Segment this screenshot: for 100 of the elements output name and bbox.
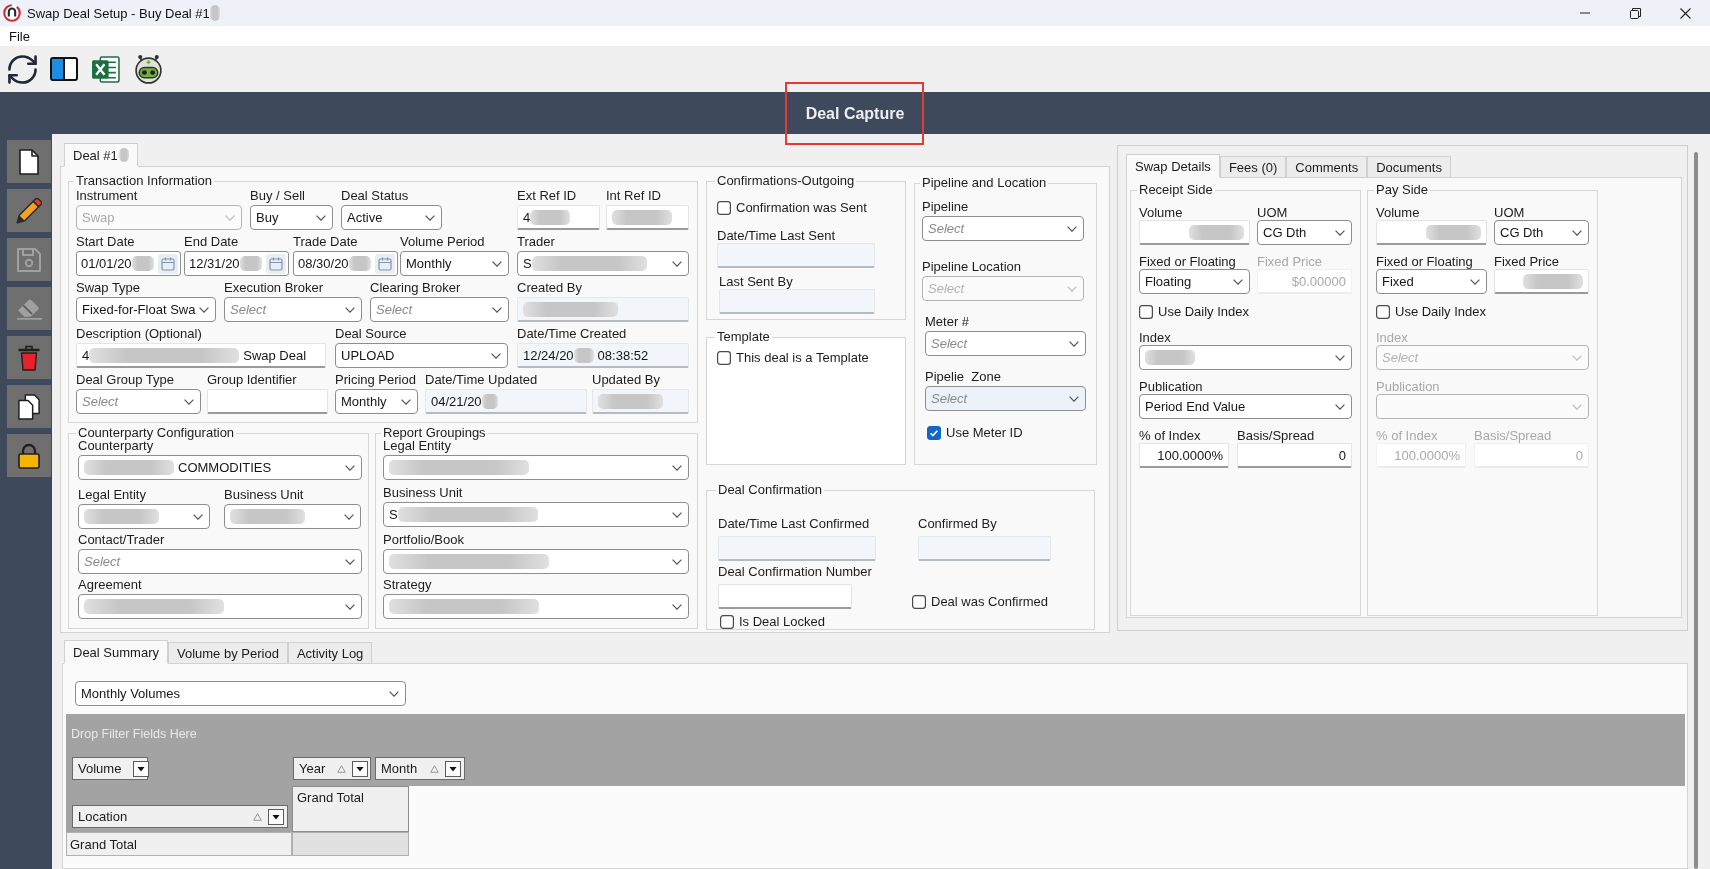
field-label: Volume bbox=[1139, 205, 1183, 220]
refresh-icon[interactable] bbox=[8, 54, 37, 84]
field-label: Description (Optional) bbox=[76, 326, 202, 341]
dropdown[interactable]: Monthly Volumes bbox=[75, 681, 406, 706]
field-button[interactable]: Month bbox=[375, 757, 465, 780]
field-button[interactable]: Volume bbox=[72, 757, 148, 780]
field-label: Pipeline bbox=[922, 199, 969, 214]
checkbox[interactable] bbox=[717, 200, 731, 215]
tab[interactable]: Comments bbox=[1286, 156, 1368, 178]
field-button[interactable]: Year bbox=[293, 757, 371, 780]
checkbox[interactable] bbox=[912, 594, 926, 609]
dropdown[interactable]: CG Dth bbox=[1494, 220, 1589, 245]
date-field[interactable]: 01/01/20 bbox=[76, 251, 181, 276]
dropdown[interactable]: Fixed-for-Float Swa bbox=[76, 297, 216, 322]
dropdown[interactable]: CG Dth bbox=[1257, 220, 1352, 245]
calendar-icon[interactable] bbox=[375, 253, 395, 274]
robot-icon[interactable] bbox=[133, 54, 164, 84]
field-button[interactable]: Location bbox=[72, 805, 288, 828]
spreadsheet-icon[interactable] bbox=[91, 55, 120, 83]
text-field[interactable]: 100.0000% bbox=[1139, 443, 1229, 468]
dropdown[interactable]: S bbox=[517, 251, 689, 276]
chevron-down-icon bbox=[1069, 395, 1079, 402]
text-field[interactable] bbox=[1494, 269, 1589, 294]
scrollbar[interactable] bbox=[1694, 152, 1698, 869]
sidebar-button[interactable] bbox=[7, 385, 51, 428]
text-field[interactable] bbox=[718, 584, 852, 609]
dropdown[interactable] bbox=[383, 594, 689, 619]
chevron-down-icon bbox=[1335, 403, 1345, 410]
dropdown[interactable] bbox=[78, 594, 362, 619]
checkbox[interactable] bbox=[717, 350, 731, 365]
dropdown[interactable]: Monthly bbox=[335, 389, 418, 414]
tab[interactable]: Deal #1 bbox=[64, 143, 138, 167]
close-icon[interactable] bbox=[1679, 7, 1691, 19]
dropdown[interactable]: COMMODITIES bbox=[78, 455, 362, 480]
group-title: Pipeline and Location bbox=[921, 175, 1048, 191]
dropdown[interactable] bbox=[1139, 345, 1352, 370]
dropdown[interactable]: Select bbox=[224, 297, 362, 322]
dropdown[interactable] bbox=[383, 455, 689, 480]
date-field[interactable]: 12/31/20 bbox=[184, 251, 289, 276]
app-logo-icon bbox=[3, 4, 21, 22]
file-icon bbox=[19, 148, 39, 175]
tab[interactable]: Documents bbox=[1367, 156, 1451, 178]
sidebar-button[interactable] bbox=[7, 140, 51, 183]
dropdown[interactable]: Select bbox=[370, 297, 509, 322]
dropdown[interactable] bbox=[383, 549, 689, 574]
dropdown[interactable]: Active bbox=[341, 205, 442, 230]
tab[interactable]: Volume by Period bbox=[167, 642, 288, 664]
field-label: % of Index bbox=[1376, 428, 1438, 443]
checkbox[interactable] bbox=[927, 425, 941, 440]
text-field[interactable] bbox=[1376, 220, 1487, 245]
dropdown[interactable]: Period End Value bbox=[1139, 394, 1352, 419]
text-field[interactable]: 0 bbox=[1237, 443, 1352, 468]
sidebar-button[interactable] bbox=[7, 434, 51, 477]
tab[interactable]: Swap Details bbox=[1126, 154, 1220, 178]
field-label: Publication bbox=[1139, 379, 1203, 394]
sort-icon bbox=[430, 764, 439, 773]
sidebar-button[interactable] bbox=[7, 189, 51, 232]
calendar-icon[interactable] bbox=[158, 253, 178, 274]
field-label: Deal Group Type bbox=[76, 372, 175, 387]
tab[interactable]: Fees (0) bbox=[1219, 156, 1287, 178]
field-label: % of Index bbox=[1139, 428, 1201, 443]
checkbox[interactable] bbox=[720, 614, 734, 629]
tab[interactable]: Activity Log bbox=[287, 642, 373, 664]
checkbox[interactable] bbox=[1376, 304, 1390, 319]
window-title: Swap Deal Setup - Buy Deal #1 bbox=[27, 5, 210, 21]
dropdown[interactable]: Monthly bbox=[400, 251, 509, 276]
chevron-down-icon bbox=[1572, 229, 1582, 236]
field-label: Deal Confirmation Number bbox=[718, 564, 872, 579]
text-field[interactable] bbox=[207, 389, 328, 414]
dropdown[interactable]: Select bbox=[78, 549, 362, 574]
dropdown[interactable]: S bbox=[383, 502, 689, 527]
dropdown[interactable] bbox=[224, 504, 361, 529]
field-label: UOM bbox=[1494, 205, 1525, 220]
dropdown[interactable]: Buy bbox=[250, 205, 333, 230]
field-label: Deal Source bbox=[335, 326, 407, 341]
checkbox-label: Is Deal Locked bbox=[739, 614, 825, 629]
field-label: Portfolio/Book bbox=[383, 532, 464, 547]
field-label: Start Date bbox=[76, 234, 135, 249]
dropdown[interactable]: Fixed bbox=[1376, 269, 1487, 294]
split-view-icon[interactable] bbox=[50, 57, 78, 81]
restore-icon[interactable] bbox=[1629, 7, 1641, 19]
dropdown[interactable]: UPLOAD bbox=[335, 343, 508, 368]
date-field[interactable]: 08/30/20 bbox=[293, 251, 398, 276]
dropdown[interactable]: Select bbox=[76, 389, 201, 414]
tab[interactable]: Deal Summary bbox=[64, 640, 168, 664]
menu-item[interactable]: File bbox=[9, 28, 30, 44]
text-field[interactable] bbox=[1139, 220, 1250, 245]
field-label: Date/Time Updated bbox=[425, 372, 538, 387]
dropdown[interactable]: Floating bbox=[1139, 269, 1250, 294]
dropdown[interactable]: Select bbox=[925, 331, 1086, 356]
text-field[interactable]: 4 Swap Deal bbox=[76, 343, 326, 368]
pencil-icon bbox=[16, 196, 42, 225]
dropdown[interactable]: Select bbox=[922, 216, 1084, 241]
text-field[interactable] bbox=[606, 205, 689, 230]
text-field[interactable]: 4 bbox=[517, 205, 600, 230]
group-title: Report Groupings bbox=[382, 425, 487, 440]
checkbox[interactable] bbox=[1139, 304, 1153, 319]
dropdown[interactable] bbox=[78, 504, 210, 529]
calendar-icon[interactable] bbox=[266, 253, 286, 274]
field-label: Strategy bbox=[383, 577, 432, 592]
